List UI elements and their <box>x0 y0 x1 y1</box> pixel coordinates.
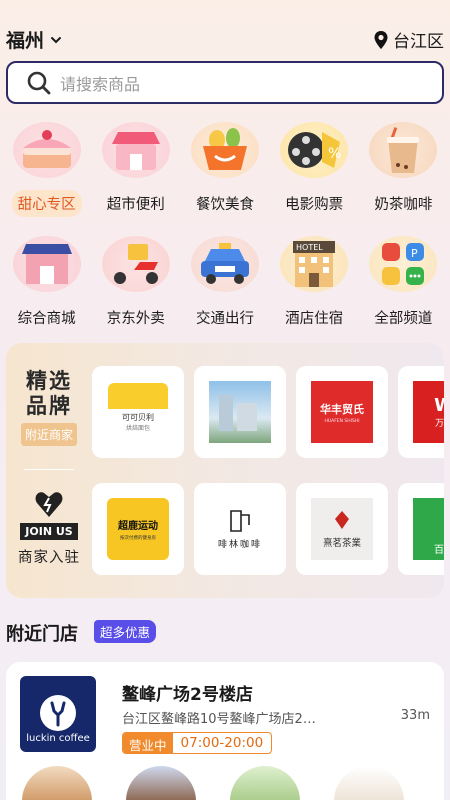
brand-tile-chaolu[interactable]: 超鹿运动 按次付费的健身房 <box>92 483 184 575</box>
ximing-logo-icon <box>335 511 349 529</box>
svg-text:P: P <box>411 247 418 260</box>
brand-name: 啡林咖啡 <box>217 539 262 550</box>
brand-name: 超鹿运动 <box>118 521 158 532</box>
brand-tile-ximing[interactable]: 熹茗茶業 <box>296 483 388 575</box>
search-icon <box>27 71 51 94</box>
divider <box>24 469 74 470</box>
join-us-label: JOIN US <box>20 523 78 540</box>
category-label: 餐饮美食 <box>195 197 254 213</box>
city-label: 福州 <box>6 30 45 52</box>
all-channels-icon: P <box>369 236 438 292</box>
car-icon <box>190 236 259 292</box>
delivery-scooter-icon <box>101 236 170 292</box>
business-hours: 营业中 07:00-20:00 <box>122 732 273 754</box>
milk-tea-icon <box>369 122 438 178</box>
product-thumbnail[interactable] <box>22 766 92 800</box>
brand-name: 万嘉 <box>434 419 444 429</box>
logo-text: luckin coffee <box>26 733 90 744</box>
category-supermarket[interactable]: 超市便利 <box>92 122 180 217</box>
store-name: 鳌峰广场2号楼店 <box>122 685 253 705</box>
brand-tile-feilin[interactable]: 啡林咖啡 <box>194 483 286 575</box>
category-row-1: 甜心专区 超市便利 餐饮美食 % 电影购票 奶茶咖啡 <box>0 122 450 217</box>
location-pin-icon <box>374 30 388 49</box>
brand-name: 可可贝利 <box>122 413 154 422</box>
product-thumbnails <box>22 766 442 800</box>
brand-name: 华丰贸氏 <box>320 402 364 416</box>
top-bar: 福州 台江区 <box>0 0 450 58</box>
brand-panel: 精选品牌 附近商家 JOIN US 商家入驻 可可贝利 烘焙面包 华丰贸氏 HU… <box>6 343 444 598</box>
heart-logo-icon <box>35 492 63 517</box>
open-status: 营业中 <box>123 733 173 753</box>
city-selector[interactable]: 福州 <box>6 26 62 53</box>
building-photo <box>209 381 271 443</box>
opening-hours: 07:00-20:00 <box>180 735 264 751</box>
brand-tile-baiguo[interactable]: 百果 <box>398 483 444 575</box>
featured-brands-title: 精选品牌 <box>26 369 72 418</box>
category-mall[interactable]: 综合商城 <box>3 236 91 331</box>
category-label: 甜心专区 <box>11 190 82 217</box>
mall-icon <box>12 236 81 292</box>
category-label: 超市便利 <box>106 197 165 213</box>
brand-subtitle: HUAFEN SHISHI <box>324 418 360 424</box>
nearby-merchants-tag[interactable]: 附近商家 <box>20 423 77 446</box>
brand-subtitle: 按次付费的健身房 <box>120 536 156 541</box>
product-thumbnail[interactable] <box>334 766 404 800</box>
category-label: 综合商城 <box>17 311 76 327</box>
cake-icon <box>12 122 81 178</box>
hotel-icon: HOTEL <box>280 236 349 292</box>
svg-text:%: % <box>328 146 341 162</box>
category-sweets[interactable]: 甜心专区 <box>3 122 91 217</box>
discount-badge[interactable]: 超多优惠 <box>94 620 157 643</box>
category-jd-delivery[interactable]: 京东外卖 <box>92 236 180 331</box>
category-movie[interactable]: % 电影购票 <box>270 122 358 217</box>
store-icon <box>101 122 170 178</box>
brand-subtitle: 烘焙面包 <box>125 425 150 432</box>
brand-tile-kekebeili[interactable]: 可可贝利 烘焙面包 <box>92 366 184 458</box>
feilin-logo-icon <box>230 509 250 532</box>
luckin-logo: luckin coffee <box>20 676 96 752</box>
search-input[interactable]: 请搜索商品 <box>60 71 140 95</box>
location-selector[interactable]: 台江区 <box>373 27 444 52</box>
product-thumbnail[interactable] <box>230 766 300 800</box>
location-label: 台江区 <box>393 32 444 52</box>
category-transport[interactable]: 交通出行 <box>181 236 269 331</box>
category-label: 京东外卖 <box>106 311 165 327</box>
category-food[interactable]: 餐饮美食 <box>181 122 269 217</box>
merchant-join[interactable]: JOIN US 商家入驻 <box>16 489 82 567</box>
nearby-stores-title: 附近门店 <box>6 624 78 645</box>
category-hotel[interactable]: HOTEL 酒店住宿 <box>270 236 358 331</box>
category-row-2: 综合商城 京东外卖 交通出行 HOTEL 酒店住宿 P 全部频道 <box>0 236 450 331</box>
merchant-join-label: 商家入驻 <box>18 550 80 566</box>
featured-brands-header: 精选品牌 附近商家 <box>16 369 82 446</box>
store-address: 台江区鳌峰路10号鳌峰广场店2… <box>122 712 316 727</box>
brand-row-2: 超鹿运动 按次付费的健身房 啡林咖啡 熹茗茶業 百果 <box>92 483 444 575</box>
category-label: 电影购票 <box>285 197 344 213</box>
deer-logo-icon <box>40 695 76 731</box>
category-all-channels[interactable]: P 全部频道 <box>359 236 447 331</box>
brand-name: 熹茗茶業 <box>322 538 361 549</box>
category-milk-tea[interactable]: 奶茶咖啡 <box>359 122 447 217</box>
brand-tile-building[interactable] <box>194 366 286 458</box>
brand-tile-wanjia[interactable]: W 万嘉 <box>398 366 444 458</box>
category-label: 交通出行 <box>195 311 254 327</box>
food-basket-icon <box>190 122 259 178</box>
search-bar[interactable]: 请搜索商品 <box>6 61 444 104</box>
product-thumbnail[interactable] <box>126 766 196 800</box>
category-label: 酒店住宿 <box>285 311 344 327</box>
store-card[interactable]: luckin coffee 鳌峰广场2号楼店 台江区鳌峰路10号鳌峰广场店2… … <box>6 662 444 800</box>
chevron-down-icon <box>51 36 62 43</box>
brand-name: 百果 <box>434 545 444 556</box>
film-reel-icon: % <box>280 122 349 178</box>
brand-tile-huafeng[interactable]: 华丰贸氏 HUAFEN SHISHI <box>296 366 388 458</box>
svg-text:HOTEL: HOTEL <box>296 243 323 252</box>
category-label: 全部频道 <box>374 311 433 327</box>
brand-row-1: 可可贝利 烘焙面包 华丰贸氏 HUAFEN SHISHI W 万嘉 <box>92 366 444 458</box>
store-distance: 33m <box>400 708 430 723</box>
category-label: 奶茶咖啡 <box>374 197 433 213</box>
